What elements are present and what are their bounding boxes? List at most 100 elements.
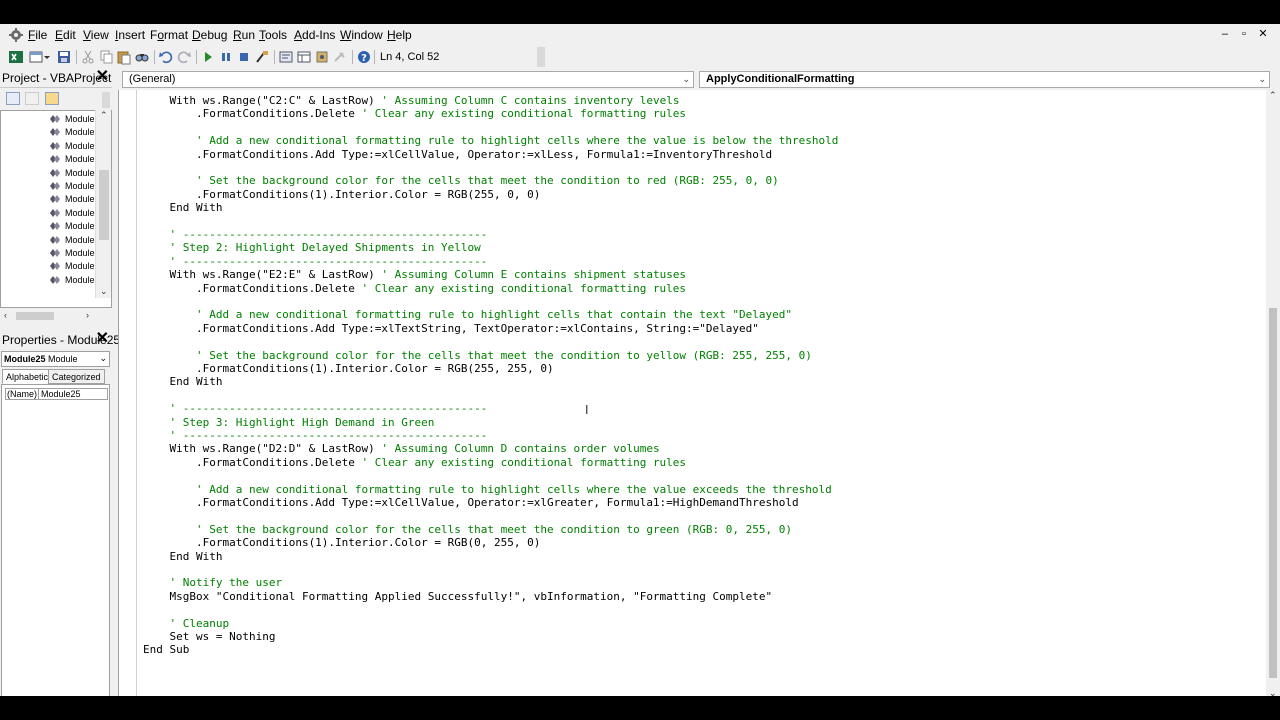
code-line[interactable]: ' Set the background color for the cells… — [143, 174, 779, 187]
minimize-button[interactable]: – — [1218, 28, 1232, 40]
code-line[interactable]: ' --------------------------------------… — [143, 255, 488, 268]
menu-tools[interactable]: Tools — [259, 28, 287, 42]
menu-help[interactable]: Help — [387, 28, 412, 42]
chevron-down-icon[interactable]: ⌄ — [682, 74, 690, 85]
procedure-combo[interactable]: ApplyConditionalFormatting ⌄ — [699, 71, 1270, 88]
panel-grip[interactable] — [102, 92, 110, 108]
code-line[interactable]: With ws.Range("C2:C" & LastRow) ' Assumi… — [143, 94, 679, 107]
find-icon[interactable] — [134, 49, 150, 65]
run-icon[interactable] — [200, 49, 216, 65]
menu-insert[interactable]: Insert — [115, 28, 145, 42]
scroll-thumb[interactable] — [1269, 308, 1277, 678]
paste-icon[interactable] — [116, 49, 132, 65]
menu-window[interactable]: Window — [340, 28, 383, 42]
code-vertical-scrollbar[interactable]: ⌃ ⌄ — [1266, 90, 1280, 696]
copy-icon[interactable] — [98, 49, 114, 65]
code-gutter[interactable] — [119, 90, 137, 696]
cut-icon[interactable] — [80, 49, 96, 65]
code-line[interactable]: ' Step 3: Highlight High Demand in Green — [143, 416, 435, 429]
undo-icon[interactable] — [158, 49, 174, 65]
restore-button[interactable]: ▫ — [1237, 28, 1251, 40]
tab-alphabetic[interactable]: Alphabetic — [2, 369, 53, 384]
code-line[interactable]: ' --------------------------------------… — [143, 429, 488, 442]
object-browser-icon[interactable] — [314, 49, 330, 65]
scroll-up-icon[interactable]: ⌃ — [100, 110, 108, 121]
object-combo[interactable]: (General) ⌄ — [122, 71, 694, 88]
tree-item-module[interactable]: Module2 — [49, 221, 100, 234]
tree-item-module[interactable]: Module2 — [49, 248, 100, 261]
view-object-icon[interactable] — [25, 92, 39, 105]
property-value[interactable]: Module25 — [38, 389, 81, 399]
tree-item-module[interactable]: Module1 — [49, 114, 100, 127]
code-line[interactable]: ' Set the background color for the cells… — [143, 523, 792, 536]
code-line[interactable]: .FormatConditions(1).Interior.Color = RG… — [143, 536, 540, 549]
code-line[interactable]: ' Add a new conditional formatting rule … — [143, 134, 838, 147]
close-icon[interactable]: ✕ — [96, 69, 109, 85]
menu-format[interactable]: Format — [150, 28, 188, 42]
code-line[interactable]: MsgBox "Conditional Formatting Applied S… — [143, 590, 772, 603]
code-line[interactable]: ' Notify the user — [143, 576, 283, 589]
code-line[interactable]: End With — [143, 375, 222, 388]
tree-item-module[interactable]: Module1 — [49, 141, 100, 154]
design-mode-icon[interactable] — [254, 49, 270, 65]
menu-view[interactable]: View — [83, 28, 109, 42]
scroll-thumb[interactable] — [16, 312, 54, 320]
code-line[interactable]: Set ws = Nothing — [143, 630, 275, 643]
menu-add-ins[interactable]: Add-Ins — [294, 28, 335, 42]
scroll-down-icon[interactable]: ⌄ — [100, 286, 108, 297]
toolbox-icon[interactable] — [332, 49, 348, 65]
code-line[interactable]: With ws.Range("E2:E" & LastRow) ' Assumi… — [143, 268, 686, 281]
break-icon[interactable] — [218, 49, 234, 65]
scroll-left-icon[interactable]: ‹ — [4, 310, 7, 320]
menu-debug[interactable]: Debug — [192, 28, 227, 42]
code-line[interactable]: .FormatConditions.Add Type:=xlCellValue,… — [143, 148, 772, 161]
code-line[interactable]: .FormatConditions.Add Type:=xlTextString… — [143, 322, 759, 335]
scroll-right-icon[interactable]: › — [86, 310, 89, 320]
code-line[interactable]: ' Cleanup — [143, 617, 230, 630]
properties-icon[interactable] — [296, 49, 312, 65]
code-line[interactable]: ' Step 2: Highlight Delayed Shipments in… — [143, 241, 481, 254]
toolbar-grip[interactable] — [537, 47, 545, 67]
project-explorer-icon[interactable] — [278, 49, 294, 65]
code-editor[interactable]: With ws.Range("C2:C" & LastRow) ' Assumi… — [118, 90, 1266, 696]
code-line[interactable]: ' Add a new conditional formatting rule … — [143, 483, 832, 496]
properties-object-select[interactable]: Module25 Module ⌄ — [1, 351, 110, 367]
code-line[interactable]: .FormatConditions.Delete ' Clear any exi… — [143, 107, 686, 120]
scroll-thumb[interactable] — [99, 170, 109, 240]
reset-icon[interactable] — [236, 49, 252, 65]
code-line[interactable]: .FormatConditions(1).Interior.Color = RG… — [143, 188, 540, 201]
code-line[interactable]: End Sub — [143, 643, 189, 656]
code-line[interactable]: End With — [143, 201, 222, 214]
view-code-icon[interactable] — [6, 92, 20, 105]
tree-item-module[interactable]: Module1 — [49, 168, 100, 181]
menu-edit[interactable]: Edit — [55, 28, 76, 42]
close-icon[interactable]: ✕ — [96, 331, 109, 347]
scroll-down-icon[interactable]: ⌄ — [1269, 688, 1277, 696]
code-line[interactable]: .FormatConditions.Delete ' Clear any exi… — [143, 282, 686, 295]
property-row[interactable]: (Name) Module25 — [5, 388, 108, 400]
code-line[interactable]: ' Set the background color for the cells… — [143, 349, 812, 362]
save-icon[interactable] — [56, 49, 72, 65]
code-line[interactable]: .FormatConditions.Add Type:=xlCellValue,… — [143, 496, 799, 509]
tree-item-module[interactable]: Module2 — [49, 194, 100, 207]
tree-item-module[interactable]: Module1 — [49, 181, 100, 194]
code-line[interactable]: ' Add a new conditional formatting rule … — [143, 308, 792, 321]
excel-icon[interactable] — [8, 49, 24, 65]
redo-icon[interactable] — [176, 49, 192, 65]
menu-run[interactable]: Run — [233, 28, 255, 42]
code-line[interactable]: End With — [143, 550, 222, 563]
tree-item-module[interactable]: Module2 — [49, 261, 100, 274]
help-icon[interactable]: ? — [356, 49, 372, 65]
code-line[interactable]: ' --------------------------------------… — [143, 228, 488, 241]
tree-horizontal-scrollbar[interactable]: ‹ › — [0, 308, 112, 324]
code-line[interactable]: .FormatConditions.Delete ' Clear any exi… — [143, 456, 686, 469]
chevron-down-icon[interactable]: ⌄ — [99, 353, 107, 364]
tab-categorized[interactable]: Categorized — [48, 369, 105, 384]
tree-item-module[interactable]: Module2 — [49, 208, 100, 221]
tree-item-module[interactable]: Module1 — [49, 154, 100, 167]
close-button[interactable]: ✕ — [1256, 27, 1270, 40]
code-line[interactable]: ' --------------------------------------… — [143, 402, 488, 415]
code-line[interactable]: .FormatConditions(1).Interior.Color = RG… — [143, 362, 554, 375]
tree-vertical-scrollbar[interactable]: ⌃ ⌄ — [95, 110, 111, 298]
dropdown-icon[interactable] — [42, 49, 52, 65]
